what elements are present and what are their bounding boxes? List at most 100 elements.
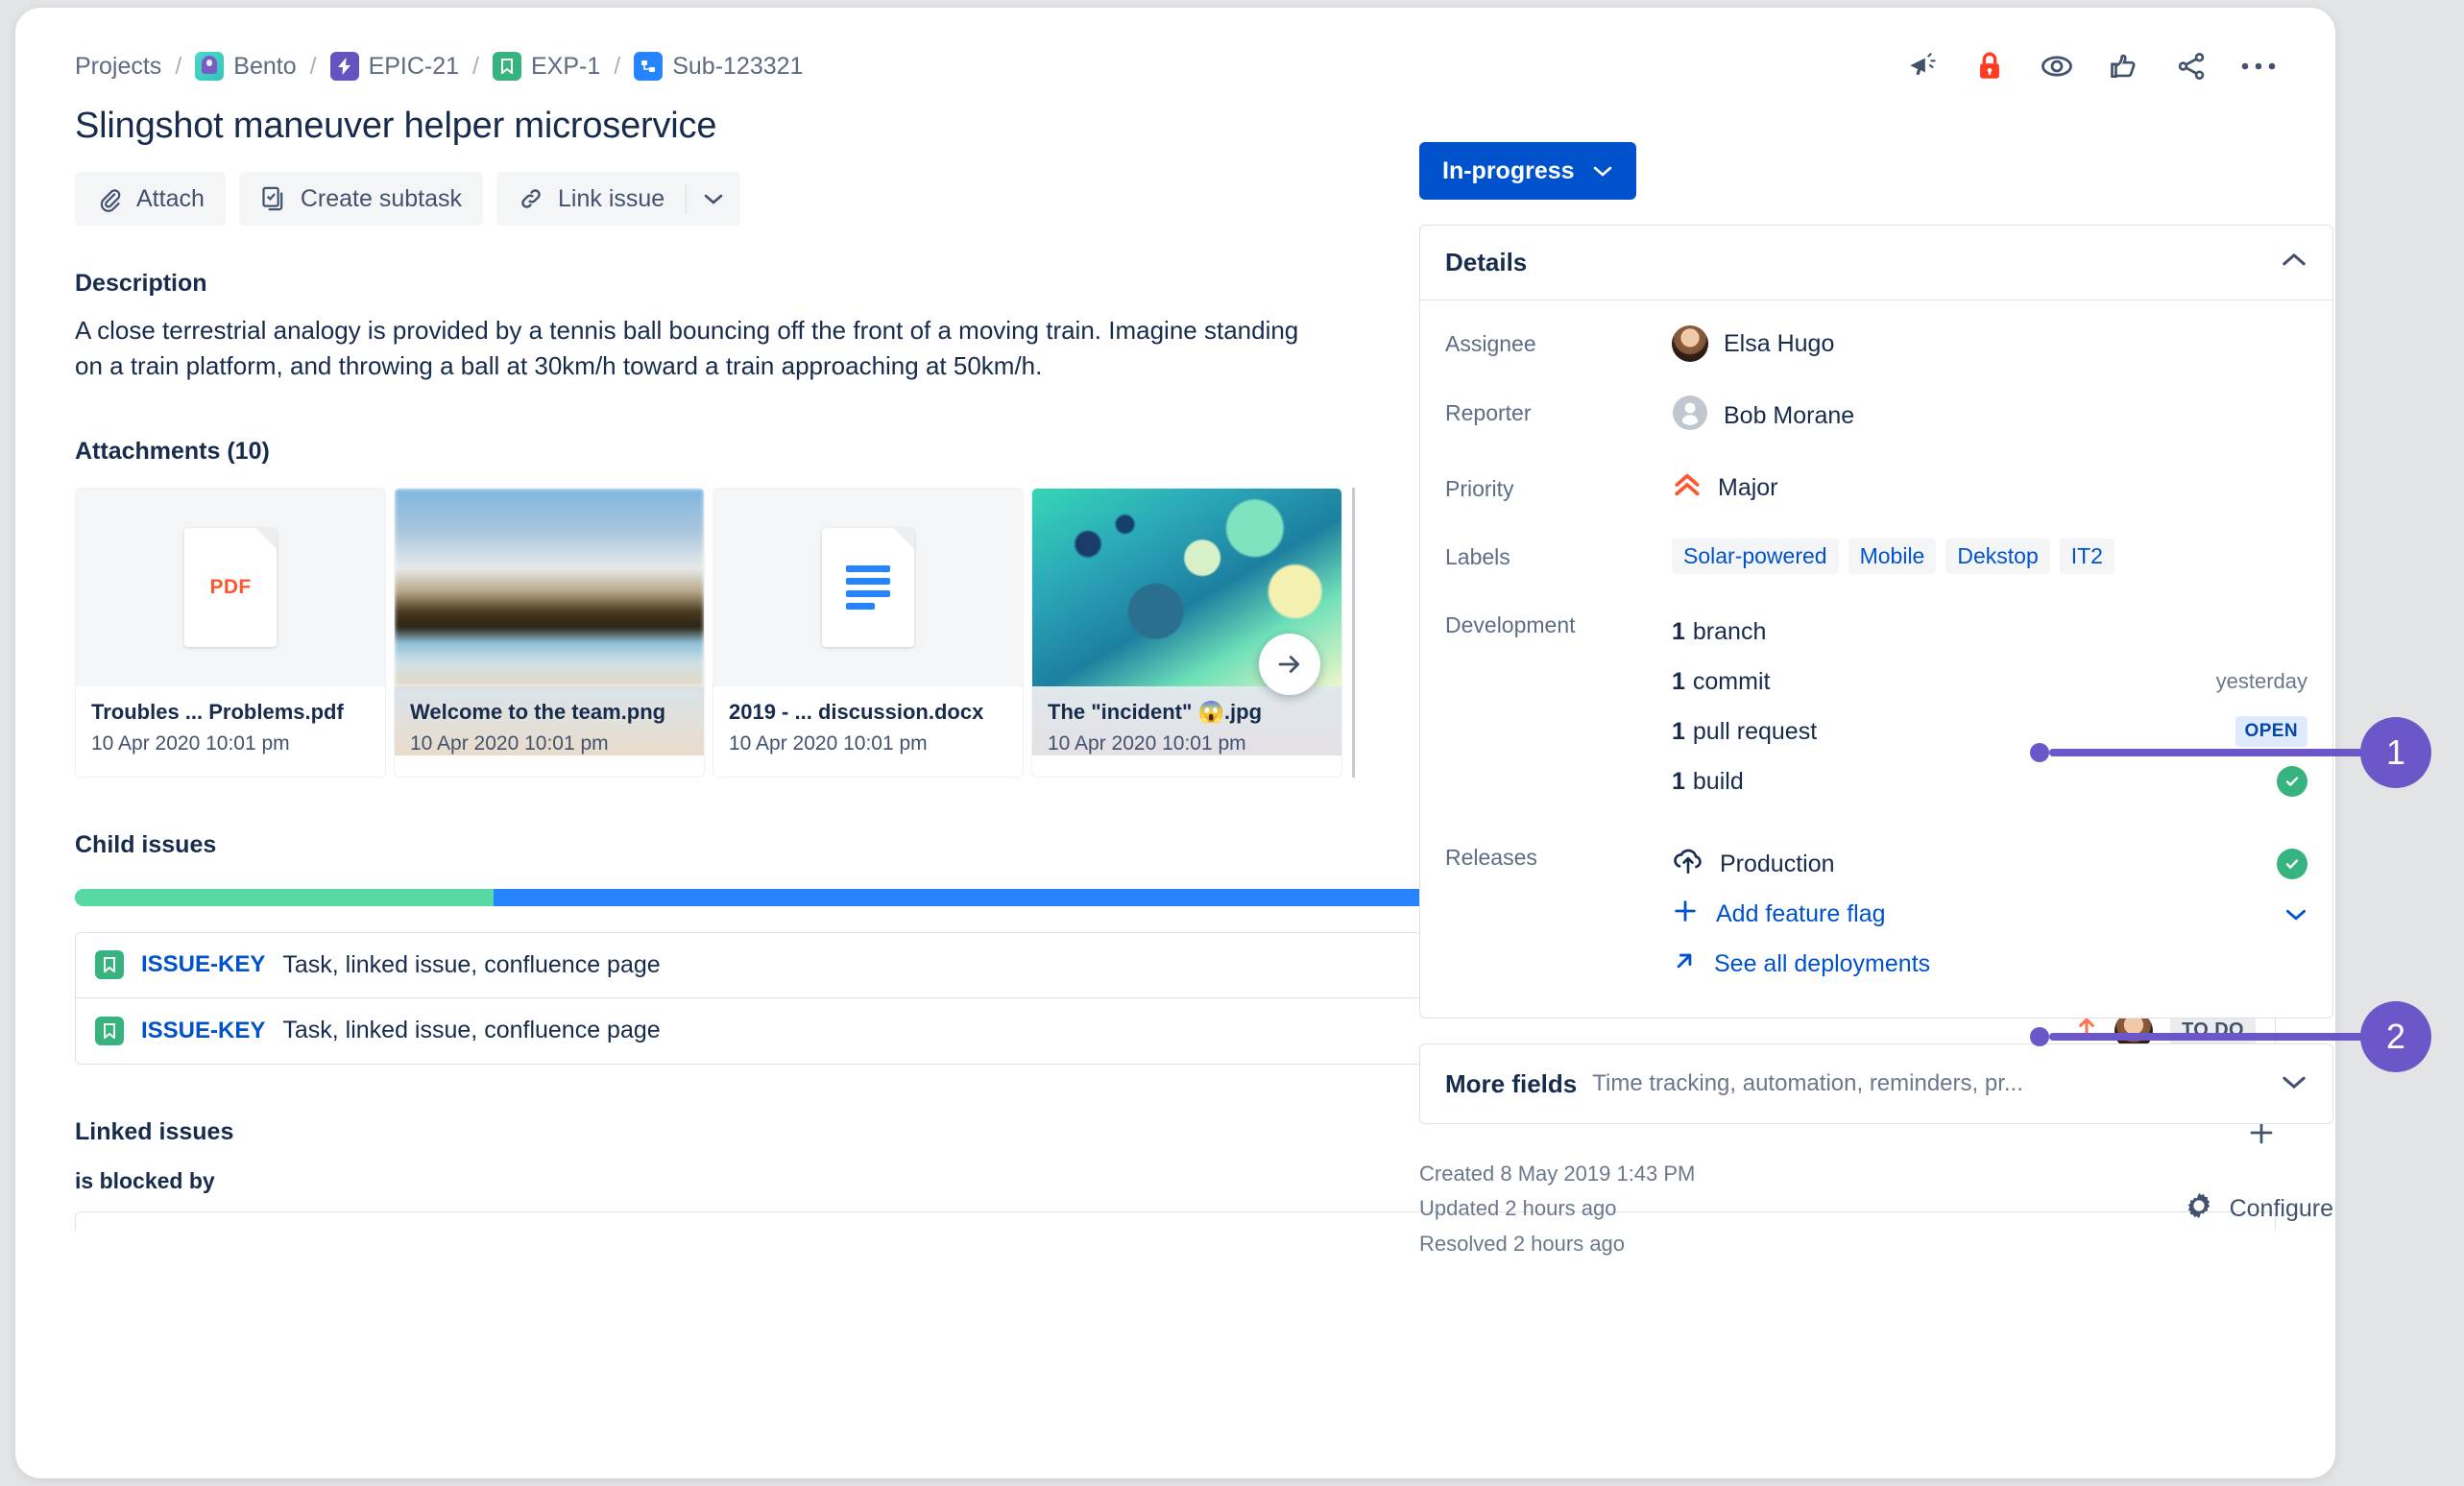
callout-anchor-dot	[2030, 1027, 2049, 1046]
label-chip[interactable]: Dekstop	[1945, 539, 2050, 574]
field-label: Labels	[1445, 544, 1510, 569]
callout-number: 1	[2360, 717, 2431, 788]
callout-number: 2	[2360, 1001, 2431, 1072]
attach-button[interactable]: Attach	[75, 172, 226, 226]
chevron-down-icon	[1593, 166, 1611, 177]
release-production-row[interactable]: Production	[1672, 839, 2307, 889]
issue-detail-card: Projects / Bento / EPIC-21 / EXP-1 / Sub…	[15, 8, 2335, 1478]
field-label: Reporter	[1445, 400, 1532, 425]
release-environment-name: Production	[1720, 850, 1835, 877]
breadcrumb-story[interactable]: EXP-1	[493, 52, 600, 81]
chevron-down-icon[interactable]	[2284, 900, 2307, 928]
subtask-check-icon	[260, 185, 287, 212]
status-dropdown-button[interactable]: In-progress	[1419, 142, 1636, 200]
details-card: Details Assignee Elsa Hugo Reporter Bob …	[1419, 225, 2333, 1019]
pullrequest-label: pull request	[1692, 717, 1818, 745]
more-actions-caret-icon[interactable]	[687, 172, 740, 226]
more-fields-summary: Time tracking, automation, reminders, pr…	[1592, 1070, 2023, 1096]
field-value[interactable]: Bob Morane	[1672, 395, 2307, 438]
attachment-date: 10 Apr 2020 10:01 pm	[729, 731, 928, 755]
breadcrumb-epic-label: EPIC-21	[368, 52, 460, 80]
epic-icon	[329, 52, 359, 81]
assignee-name: Elsa Hugo	[1724, 329, 1835, 357]
breadcrumb-projects[interactable]: Projects	[75, 53, 161, 81]
link-issue-split-button: Link issue	[496, 172, 741, 226]
callout-leader-line	[2049, 1033, 2366, 1041]
field-labels: Labels Solar-powered Mobile Dekstop IT2	[1445, 539, 2307, 574]
label-chip[interactable]: IT2	[2059, 539, 2114, 574]
labels-list: Solar-powered Mobile Dekstop IT2	[1672, 539, 2114, 574]
share-icon[interactable]	[2174, 49, 2209, 84]
description-body: A close terrestrial analogy is provided …	[75, 316, 1299, 380]
field-label: Releases	[1445, 845, 1537, 870]
more-actions-icon[interactable]	[2241, 49, 2276, 84]
chevron-up-icon[interactable]	[2281, 252, 2307, 274]
commit-timestamp: yesterday	[2215, 669, 2307, 693]
label-chip[interactable]: Mobile	[1848, 539, 1937, 574]
label-chip[interactable]: Solar-powered	[1672, 539, 1839, 574]
avatar-placeholder-icon	[1672, 395, 1708, 438]
development-commit-row[interactable]: 1 commit yesterday	[1672, 657, 2307, 707]
details-card-header[interactable]: Details	[1420, 226, 2332, 300]
attachment-card[interactable]: PDF Troubles ... Problems.pdf 10 Apr 202…	[75, 487, 386, 778]
chevron-down-icon[interactable]	[2281, 1073, 2307, 1095]
child-issue-key[interactable]: ISSUE-KEY	[141, 1018, 265, 1044]
resolved-timestamp: Resolved 2 hours ago	[1419, 1231, 1626, 1256]
add-feature-flag-link[interactable]: Add feature flag	[1672, 889, 2307, 939]
field-label: Development	[1445, 612, 1576, 637]
build-label: build	[1692, 767, 1744, 795]
see-all-deployments-label: See all deployments	[1714, 949, 1931, 977]
build-count: 1	[1672, 767, 1685, 795]
document-file-icon	[822, 527, 914, 647]
attachment-card[interactable]: The "incident" 😱.jpg 10 Apr 2020 10:01 p…	[1031, 487, 1342, 778]
field-priority: Priority Major	[1445, 470, 2307, 506]
attachment-date: 10 Apr 2020 10:01 pm	[1048, 731, 1246, 755]
breadcrumb-subtask[interactable]: Sub-123321	[634, 52, 803, 81]
breadcrumb-epic[interactable]: EPIC-21	[329, 52, 460, 81]
issue-footer: Created 8 May 2019 1:43 PM Updated 2 hou…	[1419, 1157, 2333, 1261]
breadcrumb-bento[interactable]: Bento	[195, 52, 297, 81]
create-subtask-button[interactable]: Create subtask	[238, 172, 484, 226]
see-all-deployments-link[interactable]: See all deployments	[1672, 939, 2307, 989]
priority-value: Major	[1718, 474, 1778, 501]
lock-icon[interactable]	[1972, 49, 2007, 84]
branch-count: 1	[1672, 617, 1685, 645]
releases-list: Production Add feature flag See all depl…	[1672, 839, 2307, 989]
field-label: Priority	[1445, 476, 1514, 501]
header-actions	[1905, 49, 2276, 84]
attachment-thumbnail	[395, 488, 704, 686]
breadcrumb-bento-label: Bento	[233, 52, 297, 80]
link-issue-button-label: Link issue	[558, 184, 665, 212]
attachments-list[interactable]: PDF Troubles ... Problems.pdf 10 Apr 202…	[75, 487, 1355, 778]
configure-button[interactable]: Configure	[2184, 1157, 2333, 1261]
attachment-card[interactable]: 2019 - ... discussion.docx 10 Apr 2020 1…	[713, 487, 1024, 778]
configure-label: Configure	[2229, 1194, 2333, 1222]
like-thumbs-up-icon[interactable]	[2107, 49, 2141, 84]
link-issue-button[interactable]: Link issue	[496, 172, 687, 226]
deployment-cloud-icon	[1672, 846, 1704, 883]
field-reporter: Reporter Bob Morane	[1445, 395, 2307, 438]
pdf-badge-label: PDF	[209, 575, 252, 598]
create-subtask-button-label: Create subtask	[300, 184, 463, 212]
attachments-next-icon[interactable]	[1259, 633, 1320, 695]
status-label: In-progress	[1442, 156, 1575, 184]
reporter-name: Bob Morane	[1724, 402, 1855, 429]
attachment-name: Troubles ... Problems.pdf	[91, 699, 344, 724]
paperclip-icon	[96, 185, 123, 212]
callout-leader-line	[2049, 749, 2366, 756]
attachments-scroll-edge[interactable]	[1352, 487, 1355, 778]
attachment-card[interactable]: Welcome to the team.png 10 Apr 2020 10:0…	[394, 487, 705, 778]
add-feature-flag-label: Add feature flag	[1716, 899, 1886, 927]
field-value[interactable]: Elsa Hugo	[1672, 325, 2307, 362]
page-title: Slingshot maneuver helper microservice	[75, 106, 717, 146]
attachment-name: Welcome to the team.png	[410, 699, 666, 724]
development-branch-row[interactable]: 1 branch	[1672, 607, 2307, 657]
feedback-megaphone-icon[interactable]	[1905, 49, 1940, 84]
callout-2: 2	[2030, 1001, 2431, 1072]
breadcrumb-separator: /	[175, 52, 182, 80]
child-issue-key[interactable]: ISSUE-KEY	[141, 951, 265, 978]
attachment-thumbnail	[713, 488, 1023, 686]
field-value[interactable]: Major	[1672, 470, 2307, 506]
plus-icon	[1672, 898, 1699, 931]
watch-eye-icon[interactable]	[2040, 49, 2074, 84]
